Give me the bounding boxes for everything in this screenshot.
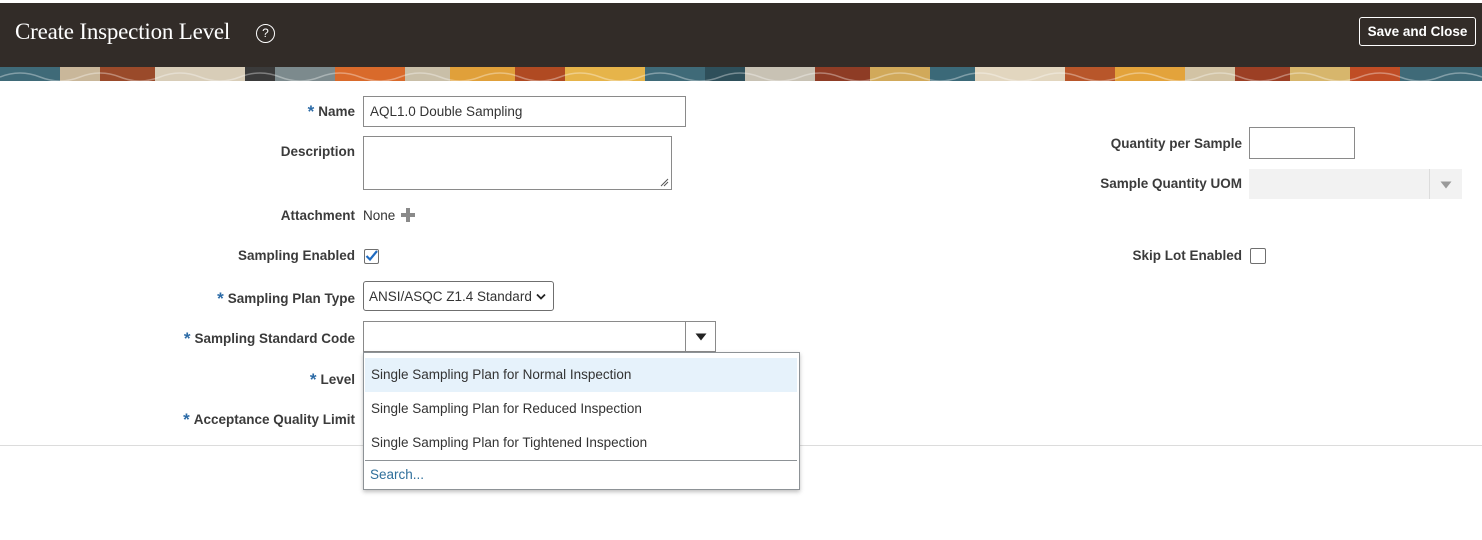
required-asterisk: * xyxy=(183,410,190,429)
sampling-plan-type-label: * Sampling Plan Type xyxy=(217,288,355,308)
required-asterisk: * xyxy=(183,329,191,348)
sampling-plan-type-label-text: Sampling Plan Type xyxy=(227,291,355,306)
level-label-text: Level xyxy=(320,372,355,387)
required-asterisk: * xyxy=(309,370,317,389)
required-asterisk: * xyxy=(307,102,315,121)
dropdown-search-link[interactable]: Search... xyxy=(370,467,424,482)
page-title: Create Inspection Level xyxy=(15,19,231,44)
acceptance-quality-limit-label: * Acceptance Quality Limit xyxy=(183,409,355,429)
sampling-standard-code-dropdown-button[interactable] xyxy=(685,322,715,351)
dropdown-option[interactable]: Single Sampling Plan for Normal Inspecti… xyxy=(365,358,797,392)
sampling-standard-code-label-text: Sampling Standard Code xyxy=(194,331,355,346)
sampling-enabled-checkbox[interactable] xyxy=(364,249,379,264)
quantity-per-sample-label: Quantity per Sample xyxy=(1110,136,1242,151)
sampling-standard-code-label: * Sampling Standard Code xyxy=(184,328,355,348)
banner-pattern xyxy=(0,67,1482,81)
required-asterisk: * xyxy=(217,289,224,308)
sample-quantity-uom-label: Sample Quantity UOM xyxy=(1100,176,1242,191)
sample-quantity-uom-dropdown-button[interactable] xyxy=(1429,169,1462,199)
save-and-close-button[interactable]: Save and Close xyxy=(1359,17,1476,46)
description-label: Description xyxy=(280,144,355,159)
decorative-banner xyxy=(0,67,1482,81)
description-textarea[interactable] xyxy=(363,136,672,190)
name-label-text: Name xyxy=(318,104,355,119)
sample-quantity-uom-select[interactable] xyxy=(1249,169,1462,199)
quantity-per-sample-input[interactable] xyxy=(1249,127,1355,159)
dropdown-option[interactable]: Single Sampling Plan for Reduced Inspect… xyxy=(365,392,797,426)
dropdown-option[interactable]: Single Sampling Plan for Tightened Inspe… xyxy=(365,426,797,460)
level-label: * Level xyxy=(310,369,355,389)
chevron-down-icon xyxy=(536,293,546,300)
dropdown-separator xyxy=(365,460,797,461)
attachment-label: Attachment xyxy=(280,208,355,223)
help-icon[interactable]: ? xyxy=(256,24,275,43)
sampling-standard-code-dropdown-list: Single Sampling Plan for Normal Inspecti… xyxy=(363,352,800,490)
checkmark-icon xyxy=(365,250,378,262)
sampling-standard-code-combobox[interactable] xyxy=(363,321,716,352)
sampling-plan-type-select[interactable]: ANSI/ASQC Z1.4 Standard xyxy=(363,281,554,311)
triangle-down-icon xyxy=(695,333,707,341)
name-input[interactable] xyxy=(363,96,686,127)
skip-lot-enabled-label: Skip Lot Enabled xyxy=(1132,248,1242,263)
sampling-plan-type-value: ANSI/ASQC Z1.4 Standard xyxy=(369,289,532,304)
save-and-close-label: Save and Close xyxy=(1367,24,1468,39)
add-attachment-plus-icon[interactable] xyxy=(400,207,416,223)
sampling-enabled-label: Sampling Enabled xyxy=(237,248,355,263)
page-header: Create Inspection Level ? Save and Close xyxy=(0,3,1482,67)
triangle-down-icon xyxy=(1440,181,1452,189)
name-label: * Name xyxy=(308,101,355,121)
attachment-value: None xyxy=(363,208,396,223)
resize-handle-icon[interactable] xyxy=(659,177,669,187)
skip-lot-enabled-checkbox[interactable] xyxy=(1250,248,1266,264)
acceptance-quality-limit-label-text: Acceptance Quality Limit xyxy=(193,412,355,427)
